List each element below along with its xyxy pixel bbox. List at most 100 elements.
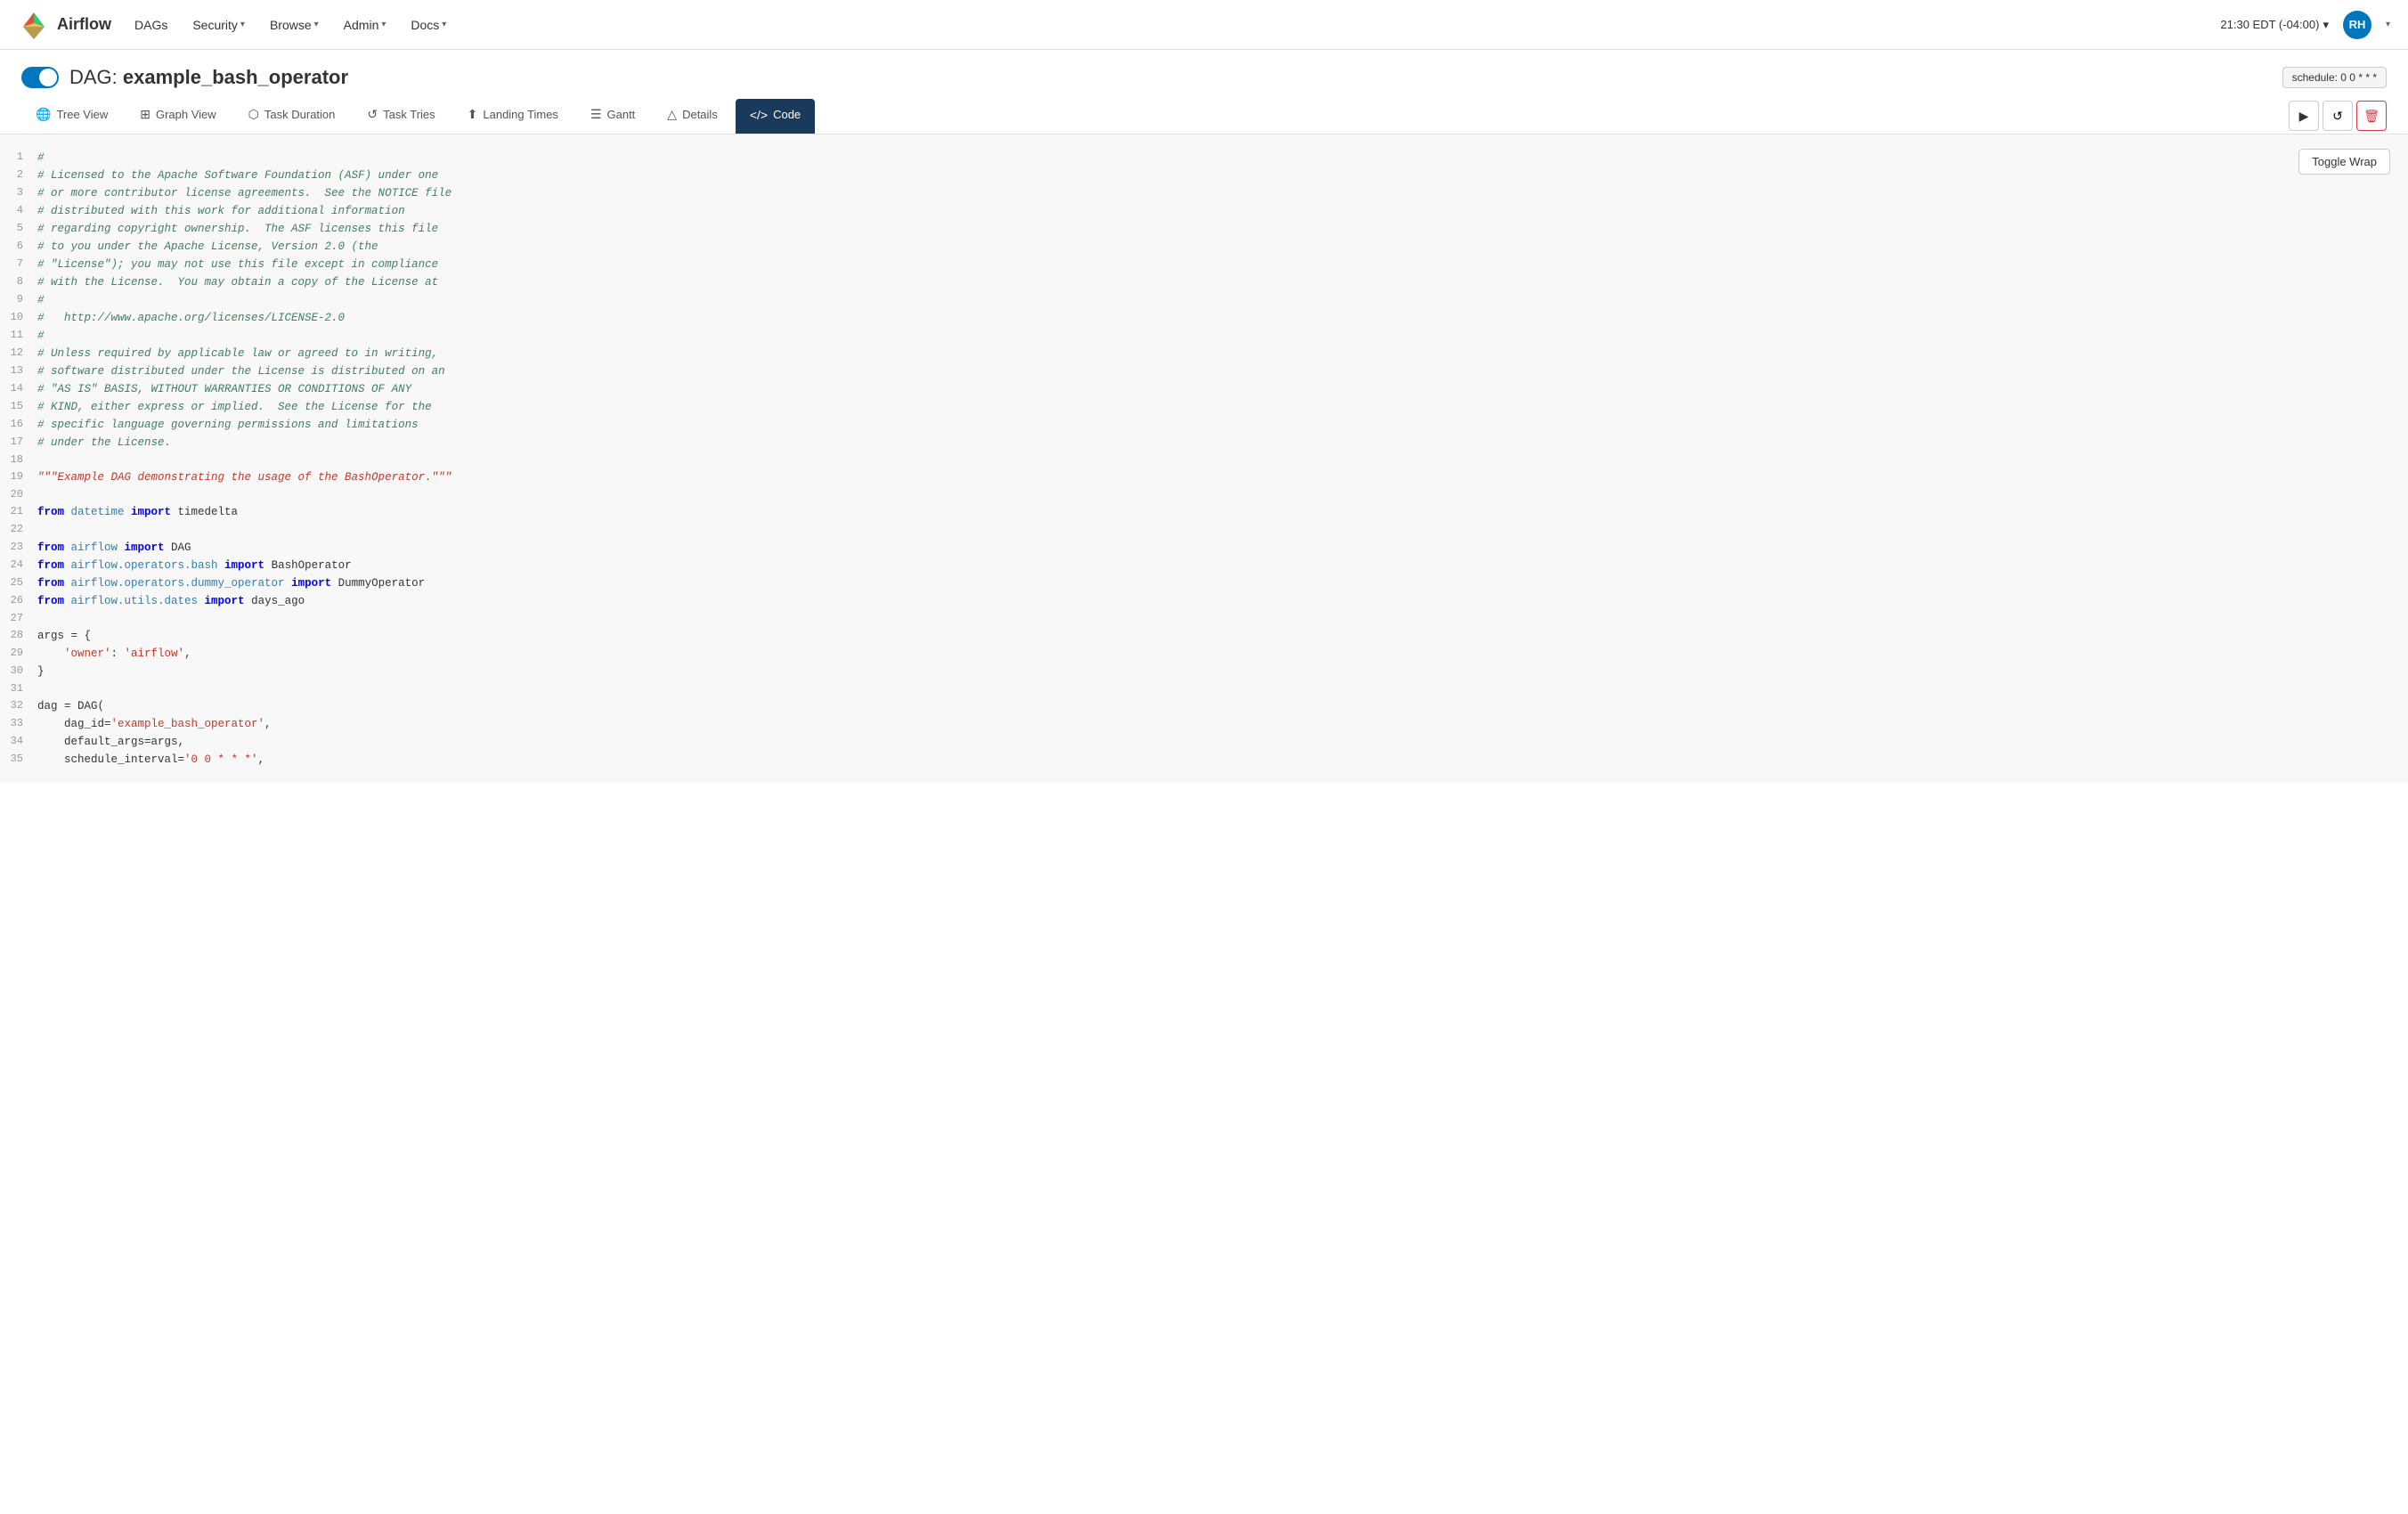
play-button[interactable]: ▶ bbox=[2289, 101, 2319, 131]
nav-security[interactable]: Security ▾ bbox=[191, 14, 247, 36]
nav-browse[interactable]: Browse ▾ bbox=[268, 14, 321, 36]
line-number: 8 bbox=[0, 273, 37, 291]
code-line: 4# distributed with this work for additi… bbox=[0, 202, 2408, 220]
dag-toggle[interactable] bbox=[21, 67, 59, 88]
code-line: 14# "AS IS" BASIS, WITHOUT WARRANTIES OR… bbox=[0, 380, 2408, 398]
line-number: 25 bbox=[0, 574, 37, 592]
code-line: 3# or more contributor license agreement… bbox=[0, 184, 2408, 202]
delete-button[interactable]: 🗑 bbox=[2356, 101, 2387, 131]
line-number: 30 bbox=[0, 663, 37, 680]
code-line: 31 bbox=[0, 680, 2408, 697]
code-line: 25from airflow.operators.dummy_operator … bbox=[0, 574, 2408, 592]
line-number: 29 bbox=[0, 645, 37, 663]
code-line: 17# under the License. bbox=[0, 434, 2408, 452]
line-number: 14 bbox=[0, 380, 37, 398]
tab-task-duration[interactable]: ⬡ Task Duration bbox=[234, 98, 350, 134]
line-number: 7 bbox=[0, 256, 37, 273]
line-number: 34 bbox=[0, 733, 37, 751]
tabs-bar: 🌐 Tree View ⊞ Graph View ⬡ Task Duration… bbox=[0, 98, 2408, 134]
line-number: 26 bbox=[0, 592, 37, 610]
line-number: 27 bbox=[0, 610, 37, 627]
line-code bbox=[37, 486, 2408, 503]
line-code: schedule_interval='0 0 * * *', bbox=[37, 751, 2408, 769]
navbar-right: 21:30 EDT (-04:00) ▾ RH ▾ bbox=[2220, 11, 2390, 39]
line-code: # under the License. bbox=[37, 434, 2408, 452]
line-code: # Unless required by applicable law or a… bbox=[37, 345, 2408, 362]
line-code bbox=[37, 521, 2408, 538]
details-icon: △ bbox=[667, 107, 677, 122]
line-number: 23 bbox=[0, 539, 37, 557]
dag-header: DAG: example_bash_operator schedule: 0 0… bbox=[0, 50, 2408, 98]
line-code: # to you under the Apache License, Versi… bbox=[37, 238, 2408, 256]
line-code: # distributed with this work for additio… bbox=[37, 202, 2408, 220]
code-line: 13# software distributed under the Licen… bbox=[0, 362, 2408, 380]
line-number: 17 bbox=[0, 434, 37, 452]
line-number: 12 bbox=[0, 345, 37, 362]
code-line: 26from airflow.utils.dates import days_a… bbox=[0, 592, 2408, 610]
landing-times-icon: ⬆ bbox=[468, 107, 478, 122]
brand-logo[interactable]: Airflow bbox=[18, 9, 111, 41]
nav-admin[interactable]: Admin ▾ bbox=[342, 14, 388, 36]
code-line: 18 bbox=[0, 452, 2408, 468]
code-line: 6# to you under the Apache License, Vers… bbox=[0, 238, 2408, 256]
line-number: 10 bbox=[0, 309, 37, 327]
line-code: } bbox=[37, 663, 2408, 680]
docs-dropdown-arrow: ▾ bbox=[442, 20, 446, 29]
line-number: 20 bbox=[0, 486, 37, 503]
line-number: 1 bbox=[0, 149, 37, 167]
code-line: 35 schedule_interval='0 0 * * *', bbox=[0, 751, 2408, 769]
tab-tree-view[interactable]: 🌐 Tree View bbox=[21, 98, 122, 134]
code-line: 34 default_args=args, bbox=[0, 733, 2408, 751]
tree-view-icon: 🌐 bbox=[36, 107, 51, 122]
line-code: # http://www.apache.org/licenses/LICENSE… bbox=[37, 309, 2408, 327]
security-dropdown-arrow: ▾ bbox=[240, 20, 245, 29]
line-number: 2 bbox=[0, 167, 37, 184]
navbar-time[interactable]: 21:30 EDT (-04:00) ▾ bbox=[2220, 18, 2329, 32]
line-code: # "License"); you may not use this file … bbox=[37, 256, 2408, 273]
line-code bbox=[37, 452, 2408, 468]
line-number: 18 bbox=[0, 452, 37, 468]
code-line: 29 'owner': 'airflow', bbox=[0, 645, 2408, 663]
tab-gantt[interactable]: ☰ Gantt bbox=[576, 98, 649, 134]
code-line: 33 dag_id='example_bash_operator', bbox=[0, 715, 2408, 733]
nav-dags[interactable]: DAGs bbox=[133, 14, 169, 36]
schedule-badge: schedule: 0 0 * * * bbox=[2282, 67, 2387, 88]
line-code bbox=[37, 680, 2408, 697]
line-number: 15 bbox=[0, 398, 37, 416]
line-number: 24 bbox=[0, 557, 37, 574]
time-dropdown-arrow: ▾ bbox=[2323, 18, 2329, 32]
nav-docs[interactable]: Docs ▾ bbox=[409, 14, 448, 36]
line-number: 5 bbox=[0, 220, 37, 238]
graph-view-icon: ⊞ bbox=[140, 107, 150, 122]
browse-dropdown-arrow: ▾ bbox=[314, 20, 319, 29]
line-number: 31 bbox=[0, 680, 37, 697]
tab-landing-times[interactable]: ⬆ Landing Times bbox=[453, 98, 573, 134]
code-body: 1#2# Licensed to the Apache Software Fou… bbox=[0, 149, 2408, 769]
task-tries-icon: ↺ bbox=[367, 107, 378, 122]
user-avatar[interactable]: RH bbox=[2343, 11, 2371, 39]
line-code: # bbox=[37, 149, 2408, 167]
toggle-wrap-button[interactable]: Toggle Wrap bbox=[2298, 149, 2390, 175]
user-dropdown-arrow: ▾ bbox=[2386, 20, 2390, 29]
line-code bbox=[37, 610, 2408, 627]
tab-graph-view[interactable]: ⊞ Graph View bbox=[126, 98, 230, 134]
code-line: 12# Unless required by applicable law or… bbox=[0, 345, 2408, 362]
code-line: 15# KIND, either express or implied. See… bbox=[0, 398, 2408, 416]
line-number: 16 bbox=[0, 416, 37, 434]
code-line: 16# specific language governing permissi… bbox=[0, 416, 2408, 434]
line-number: 19 bbox=[0, 468, 37, 486]
line-code: # Licensed to the Apache Software Founda… bbox=[37, 167, 2408, 184]
tab-details[interactable]: △ Details bbox=[653, 98, 732, 134]
line-number: 33 bbox=[0, 715, 37, 733]
line-code: # bbox=[37, 327, 2408, 345]
line-code: from datetime import timedelta bbox=[37, 503, 2408, 521]
line-code: from airflow.utils.dates import days_ago bbox=[37, 592, 2408, 610]
tab-task-tries[interactable]: ↺ Task Tries bbox=[353, 98, 449, 134]
navbar: Airflow DAGs Security ▾ Browse ▾ Admin ▾… bbox=[0, 0, 2408, 50]
tab-code[interactable]: </> Code bbox=[736, 99, 815, 134]
line-code: 'owner': 'airflow', bbox=[37, 645, 2408, 663]
line-number: 22 bbox=[0, 521, 37, 538]
refresh-button[interactable]: ↺ bbox=[2323, 101, 2353, 131]
code-line: 5# regarding copyright ownership. The AS… bbox=[0, 220, 2408, 238]
admin-dropdown-arrow: ▾ bbox=[381, 20, 386, 29]
